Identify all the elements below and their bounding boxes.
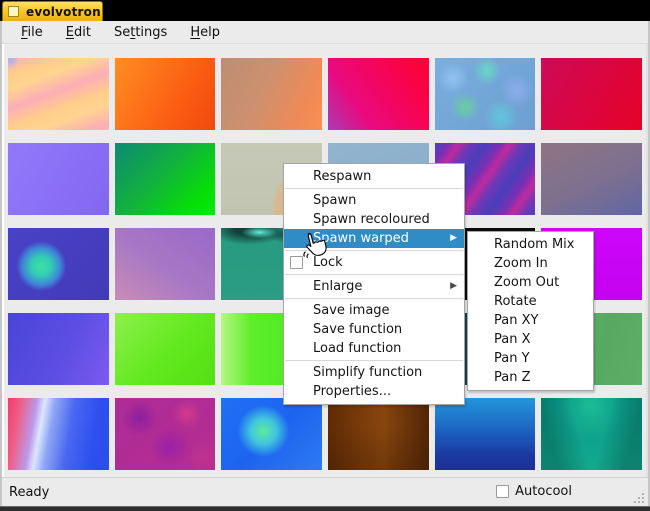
submenu-item-pan-xy[interactable]: Pan XY (468, 311, 593, 330)
menu-separator (285, 188, 463, 189)
menu-separator (285, 360, 463, 361)
menu-item-properties[interactable]: Properties... (284, 382, 464, 401)
submenu-arrow-icon: ▶ (450, 233, 457, 243)
menu-help[interactable]: Help (180, 23, 230, 42)
image-tile[interactable] (114, 58, 216, 130)
menu-item-spawn[interactable]: Spawn (284, 191, 464, 210)
menu-separator (285, 298, 463, 299)
menubar: File Edit Settings Help (2, 21, 648, 44)
submenu-item-zoom-out[interactable]: Zoom Out (468, 273, 593, 292)
image-tile[interactable] (8, 58, 109, 130)
window-bottom-border (0, 506, 650, 511)
statusbar: Ready Autocool (2, 477, 648, 506)
status-message: Ready (9, 485, 50, 500)
menu-item-spawn-warped[interactable]: Spawn warped ▶ (284, 229, 464, 248)
image-tile[interactable] (114, 228, 216, 300)
menu-edit[interactable]: Edit (56, 23, 101, 42)
image-tile[interactable] (541, 398, 642, 470)
submenu-item-pan-z[interactable]: Pan Z (468, 368, 593, 387)
image-tile[interactable] (327, 58, 429, 130)
menu-item-load-function[interactable]: Load function (284, 339, 464, 358)
image-tile[interactable] (114, 398, 216, 470)
submenu-item-pan-y[interactable]: Pan Y (468, 349, 593, 368)
image-tile[interactable] (114, 313, 216, 385)
image-tile[interactable] (8, 398, 109, 470)
menu-separator (285, 274, 463, 275)
image-tile[interactable] (221, 58, 322, 130)
image-tile[interactable] (8, 143, 109, 215)
autocool-checkbox[interactable] (496, 485, 510, 498)
window-menu-icon[interactable] (8, 6, 19, 17)
menu-item-save-image[interactable]: Save image (284, 301, 464, 320)
menu-item-save-function[interactable]: Save function (284, 320, 464, 339)
menu-item-lock[interactable]: Lock (284, 253, 464, 272)
autocool-control: Autocool (496, 484, 572, 499)
menu-file[interactable]: File (11, 23, 53, 42)
submenu-item-zoom-in[interactable]: Zoom In (468, 254, 593, 273)
resize-grip-icon[interactable] (632, 491, 644, 503)
image-tile[interactable] (434, 398, 536, 470)
menu-item-enlarge[interactable]: Enlarge ▶ (284, 277, 464, 296)
menu-item-respawn[interactable]: Respawn (284, 167, 464, 186)
evolvotron-window: evolvotron File Edit Settings Help Ready… (0, 0, 650, 511)
image-tile[interactable] (114, 143, 216, 215)
submenu-arrow-icon: ▶ (450, 281, 457, 291)
submenu-item-random-mix[interactable]: Random Mix (468, 235, 593, 254)
menu-item-simplify-function[interactable]: Simplify function (284, 363, 464, 382)
lock-checkbox[interactable] (290, 256, 303, 269)
titlebar-tab[interactable]: evolvotron (2, 1, 103, 21)
submenu-item-pan-x[interactable]: Pan X (468, 330, 593, 349)
context-menu: Respawn Spawn Spawn recoloured Spawn war… (283, 163, 465, 405)
menu-settings[interactable]: Settings (104, 23, 177, 42)
image-tile[interactable] (434, 58, 536, 130)
menu-item-spawn-recoloured[interactable]: Spawn recoloured (284, 210, 464, 229)
image-tile[interactable] (8, 313, 109, 385)
submenu-item-rotate[interactable]: Rotate (468, 292, 593, 311)
image-tile[interactable] (221, 398, 322, 470)
image-tile[interactable] (541, 58, 642, 130)
window-title: evolvotron (26, 4, 101, 19)
autocool-label[interactable]: Autocool (515, 484, 572, 499)
image-tile[interactable] (8, 228, 109, 300)
titlebar[interactable]: evolvotron (0, 0, 650, 21)
menu-separator (285, 250, 463, 251)
spawn-warped-submenu: Random Mix Zoom In Zoom Out Rotate Pan X… (467, 231, 594, 391)
image-tile[interactable] (541, 143, 642, 215)
image-tile[interactable] (327, 398, 429, 470)
